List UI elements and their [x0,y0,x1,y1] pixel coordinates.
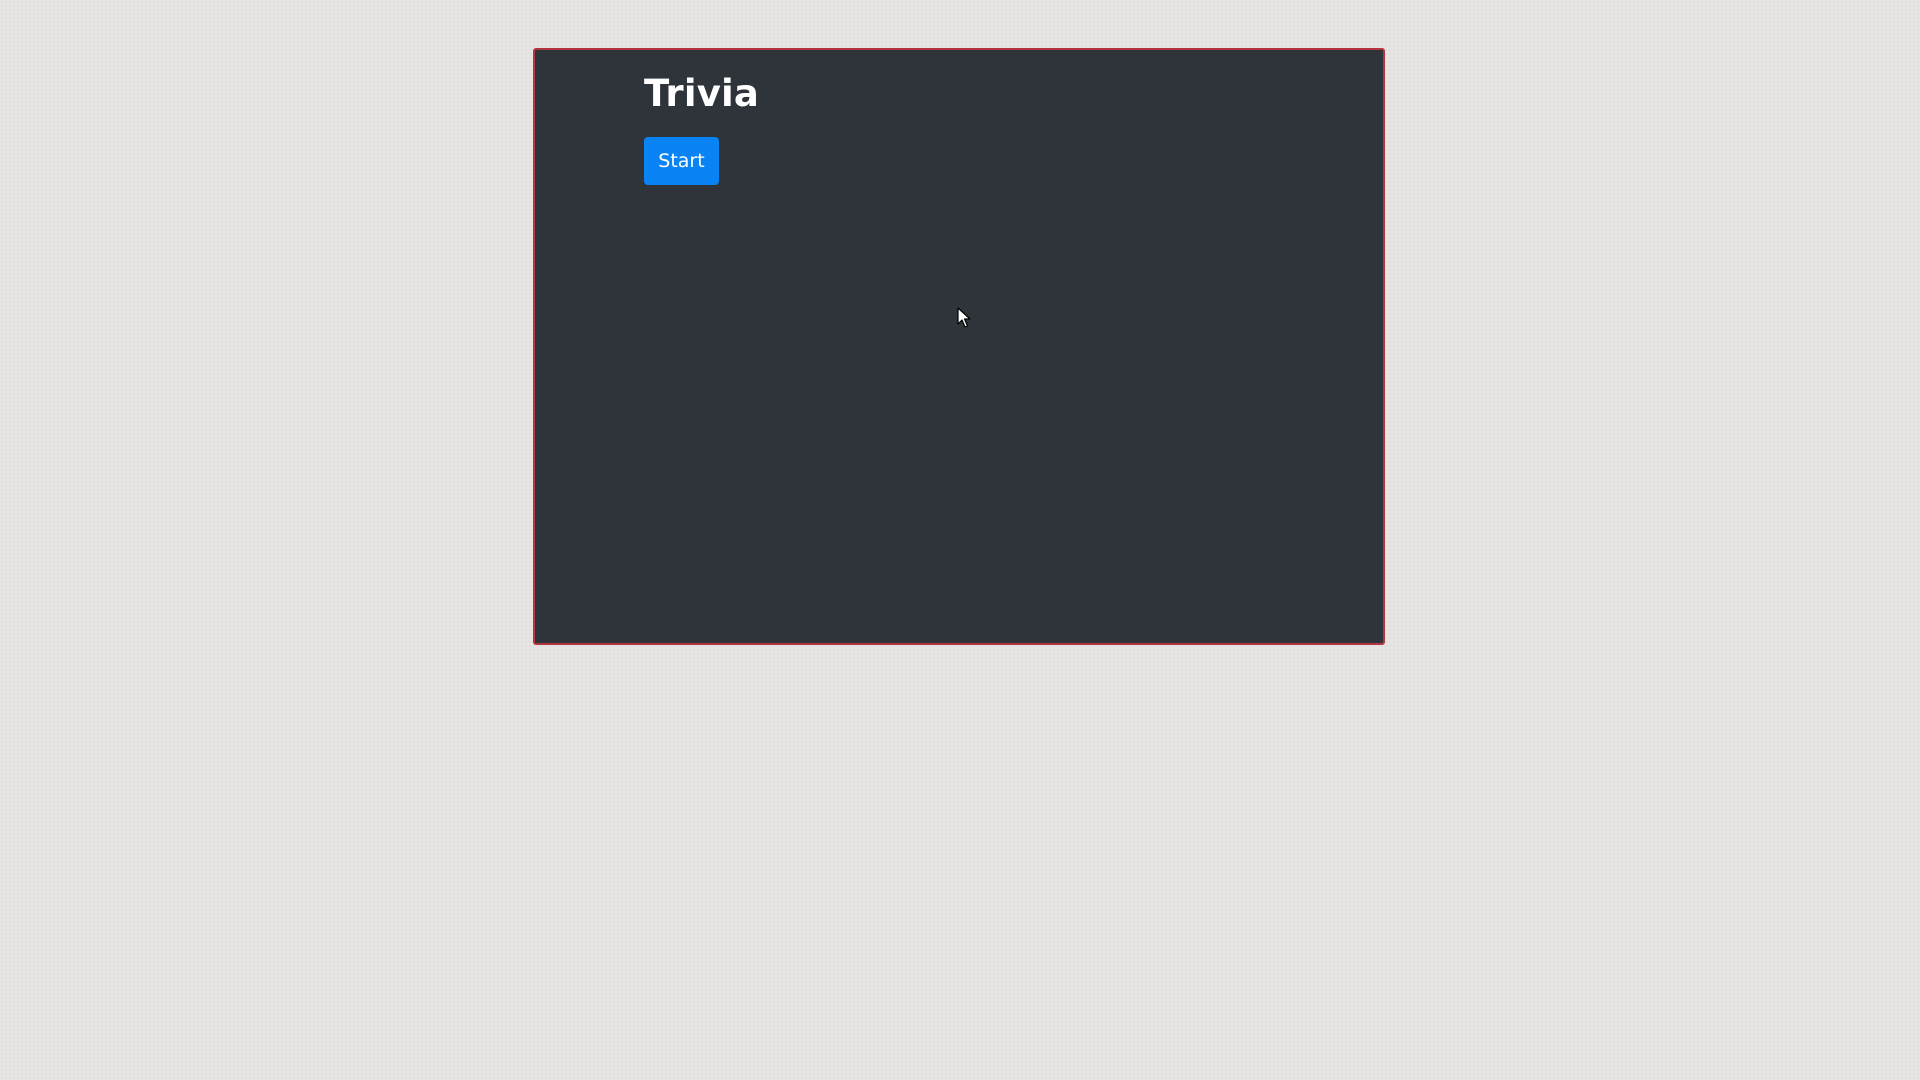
start-button[interactable]: Start [644,137,719,185]
trivia-game-panel: Trivia Start [533,48,1385,645]
game-title: Trivia [644,72,760,115]
